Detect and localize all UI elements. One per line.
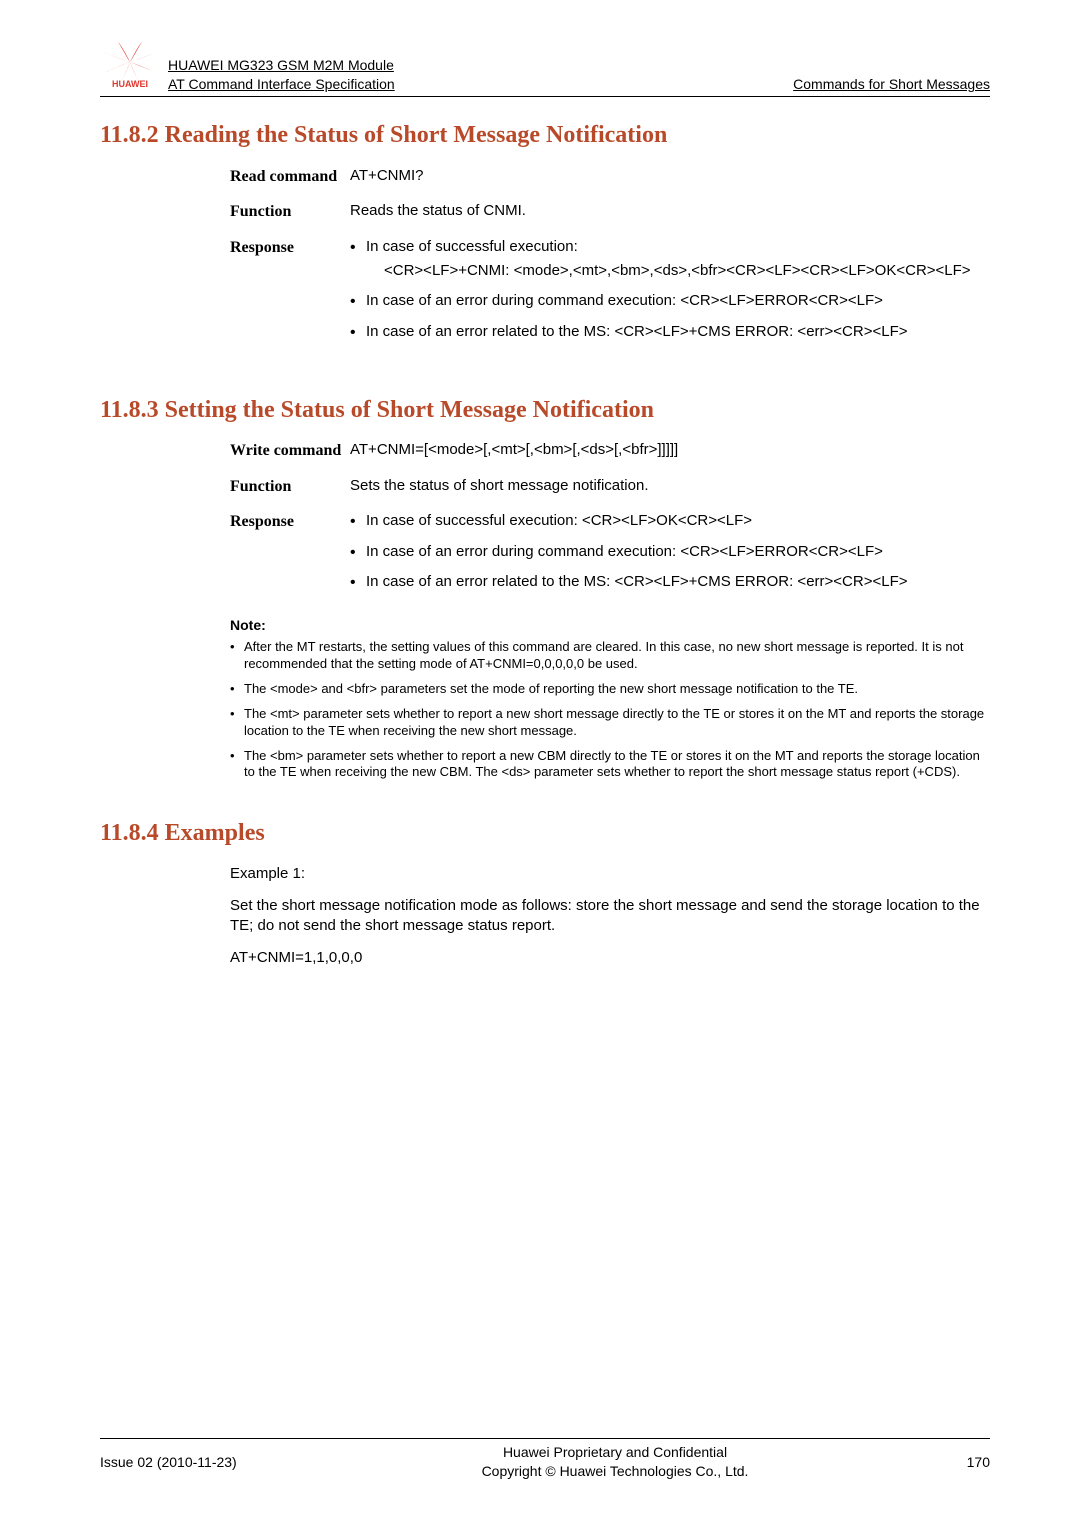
- response-list-1183: In case of successful execution: <CR><LF…: [350, 511, 990, 592]
- footer-page-number: 170: [910, 1453, 990, 1472]
- response-item: In case of an error related to the MS: <…: [350, 322, 990, 342]
- section-heading-1183: 11.8.3 Setting the Status of Short Messa…: [100, 394, 990, 426]
- example-command: AT+CNMI=1,1,0,0,0: [230, 948, 990, 968]
- response-lead: In case of successful execution:: [366, 238, 578, 255]
- footer-center: Huawei Proprietary and Confidential Copy…: [320, 1443, 910, 1481]
- note-item: The <mode> and <bfr> parameters set the …: [230, 681, 990, 698]
- note-list: After the MT restarts, the setting value…: [230, 639, 990, 781]
- response-item: In case of successful execution: <CR><LF…: [350, 237, 990, 282]
- header-right-text: Commands for Short Messages: [793, 75, 990, 94]
- function-value: Reads the status of CNMI.: [350, 201, 990, 221]
- read-command-label: Read command: [230, 166, 350, 188]
- example-description: Set the short message notification mode …: [230, 896, 990, 937]
- page-footer: Issue 02 (2010-11-23) Huawei Proprietary…: [100, 1438, 990, 1481]
- header-line1: HUAWEI MG323 GSM M2M Module: [168, 57, 394, 73]
- write-command-value: AT+CNMI=[<mode>[,<mt>[,<bm>[,<ds>[,<bfr>…: [350, 440, 990, 460]
- footer-line1: Huawei Proprietary and Confidential: [503, 1444, 727, 1460]
- response-item: In case of an error during command execu…: [350, 291, 990, 311]
- response-item: In case of successful execution: <CR><LF…: [350, 511, 990, 531]
- section-heading-1184: 11.8.4 Examples: [100, 817, 990, 849]
- note-block: Note: After the MT restarts, the setting…: [230, 616, 990, 781]
- function-label: Function: [230, 476, 350, 498]
- response-item: In case of an error related to the MS: <…: [350, 572, 990, 592]
- response-body: <CR><LF>+CNMI: <mode>,<mt>,<bm>,<ds>,<bf…: [384, 261, 990, 281]
- note-item: The <mt> parameter sets whether to repor…: [230, 706, 990, 740]
- function-value: Sets the status of short message notific…: [350, 476, 990, 496]
- logo-brand-text: HUAWEI: [112, 79, 148, 88]
- write-command-label: Write command: [230, 440, 350, 462]
- huawei-logo: HUAWEI: [100, 40, 160, 94]
- note-item: The <bm> parameter sets whether to repor…: [230, 748, 990, 782]
- response-label: Response: [230, 237, 350, 259]
- footer-line2: Copyright © Huawei Technologies Co., Ltd…: [482, 1463, 749, 1479]
- response-list-1182: In case of successful execution: <CR><LF…: [350, 237, 990, 342]
- note-title: Note:: [230, 616, 990, 635]
- examples-body: Example 1: Set the short message notific…: [230, 864, 990, 969]
- read-command-value: AT+CNMI?: [350, 166, 990, 186]
- header-line2: AT Command Interface Specification: [168, 75, 793, 94]
- header-left-text: HUAWEI MG323 GSM M2M Module AT Command I…: [168, 56, 793, 94]
- section-1182-body: Read command AT+CNMI? Function Reads the…: [230, 166, 990, 352]
- page-header: HUAWEI HUAWEI MG323 GSM M2M Module AT Co…: [100, 40, 990, 97]
- response-label: Response: [230, 511, 350, 533]
- function-label: Function: [230, 201, 350, 223]
- section-1183-body: Write command AT+CNMI=[<mode>[,<mt>[,<bm…: [230, 440, 990, 602]
- example-label: Example 1:: [230, 864, 990, 884]
- section-heading-1182: 11.8.2 Reading the Status of Short Messa…: [100, 119, 990, 151]
- note-item: After the MT restarts, the setting value…: [230, 639, 990, 673]
- response-item: In case of an error during command execu…: [350, 542, 990, 562]
- footer-issue: Issue 02 (2010-11-23): [100, 1453, 320, 1472]
